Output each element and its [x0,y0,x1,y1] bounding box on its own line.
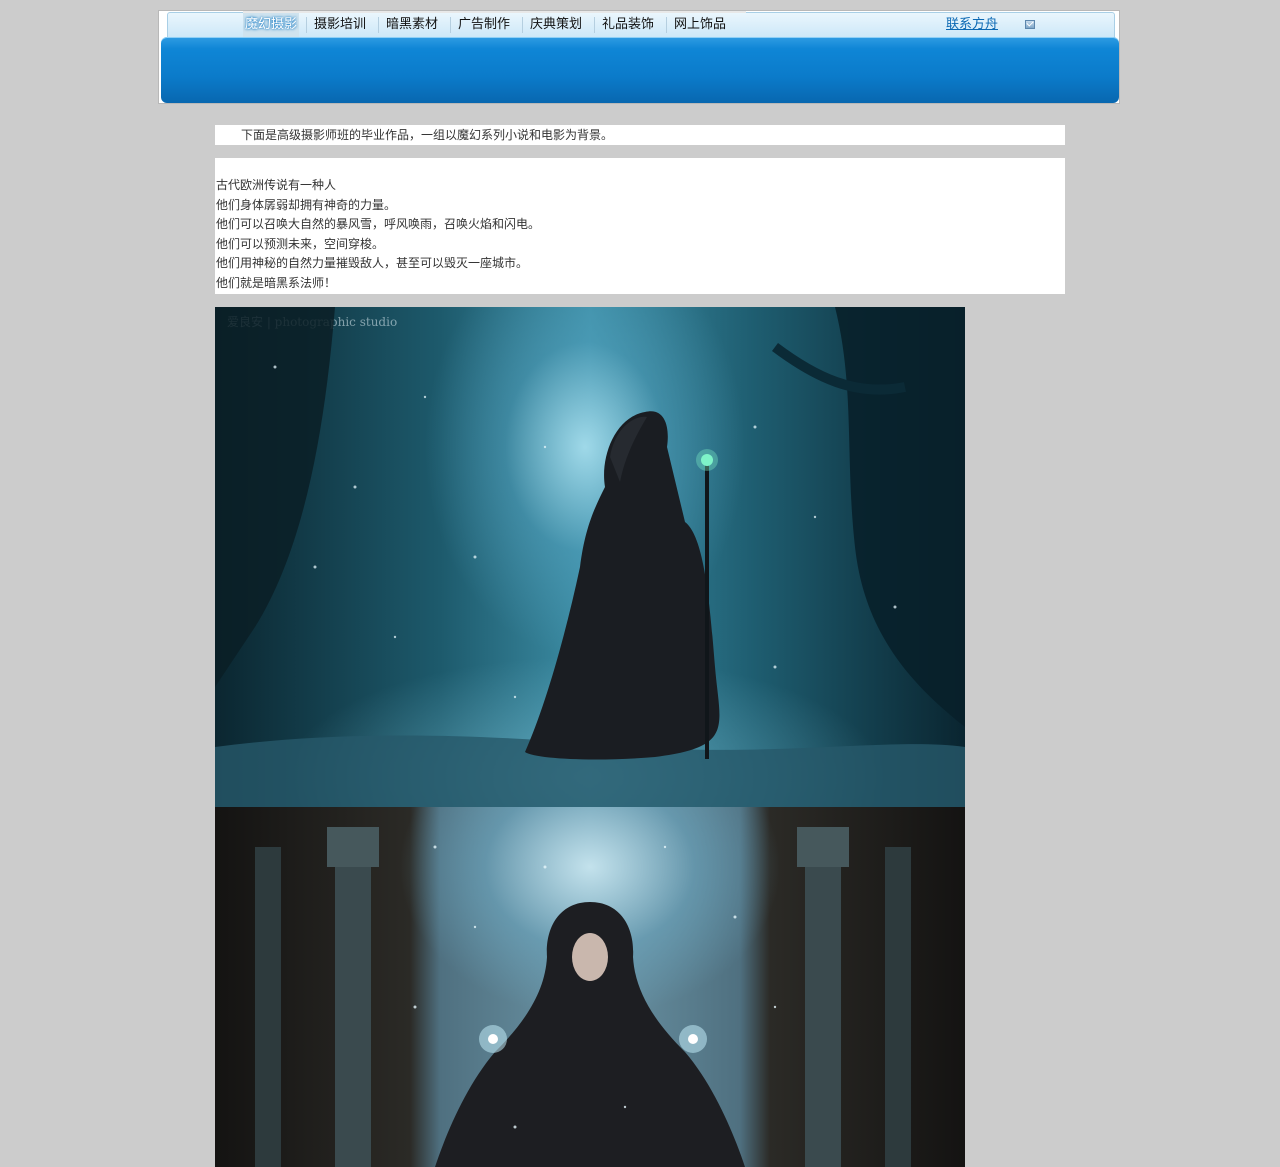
story-line: 他们身体孱弱却拥有神奇的力量。 [216,197,397,212]
mail-icon[interactable] [1025,20,1035,29]
nav-item-advertising[interactable]: 广告制作 [458,13,510,37]
story-line: 他们用神秘的自然力量摧毁敌人，甚至可以毁灭一座城市。 [216,256,529,271]
story-line: 他们可以召唤大自然的暴风雪，呼风唤雨，召唤火焰和闪电。 [216,217,541,232]
nav-divider [378,17,379,33]
story-text-box: 古代欧洲传说有一种人 他们身体孱弱却拥有神奇的力量。 他们可以召唤大自然的暴风雪… [215,158,1065,294]
top-nav-bar: 魔幻摄影 摄影培训 暗黑素材 广告制作 庆典策划 礼品装饰 网上饰品 联系方舟 [167,11,1115,38]
nav-divider [594,17,595,33]
nav-item-photo-training[interactable]: 摄影培训 [314,13,366,37]
intro-text: 下面是高级摄影师班的毕业作品，一组以魔幻系列小说和电影为背景。 [215,125,1065,145]
nav-item-gift-decoration[interactable]: 礼品装饰 [602,13,654,37]
photo-mage-forest: 爱良安 | photographic studio [215,307,965,807]
nav-item-dark-materials[interactable]: 暗黑素材 [386,13,438,37]
nav-divider [306,17,307,33]
story-line: 他们可以预测未来，空间穿梭。 [216,236,385,251]
photo-mage-forest-illustration [215,307,965,807]
header-banner [161,37,1119,103]
contact-link[interactable]: 联系方舟 [946,13,998,37]
nav-divider [666,17,667,33]
nav-divider [522,17,523,33]
nav-item-magic-photography[interactable]: 魔幻摄影 [243,13,300,37]
story-line: 他们就是暗黑系法师！ [216,275,337,290]
nav-item-celebration-planning[interactable]: 庆典策划 [530,13,582,37]
header-frame: 魔幻摄影 摄影培训 暗黑素材 广告制作 庆典策划 礼品装饰 网上饰品 联系方舟 [158,10,1120,104]
nav-divider [450,17,451,33]
photo-sorceress-pillars [215,807,965,1167]
story-line: 古代欧洲传说有一种人 [216,178,337,192]
photo-sorceress-pillars-illustration [255,827,911,1167]
nav-item-online-accessories[interactable]: 网上饰品 [674,13,726,37]
